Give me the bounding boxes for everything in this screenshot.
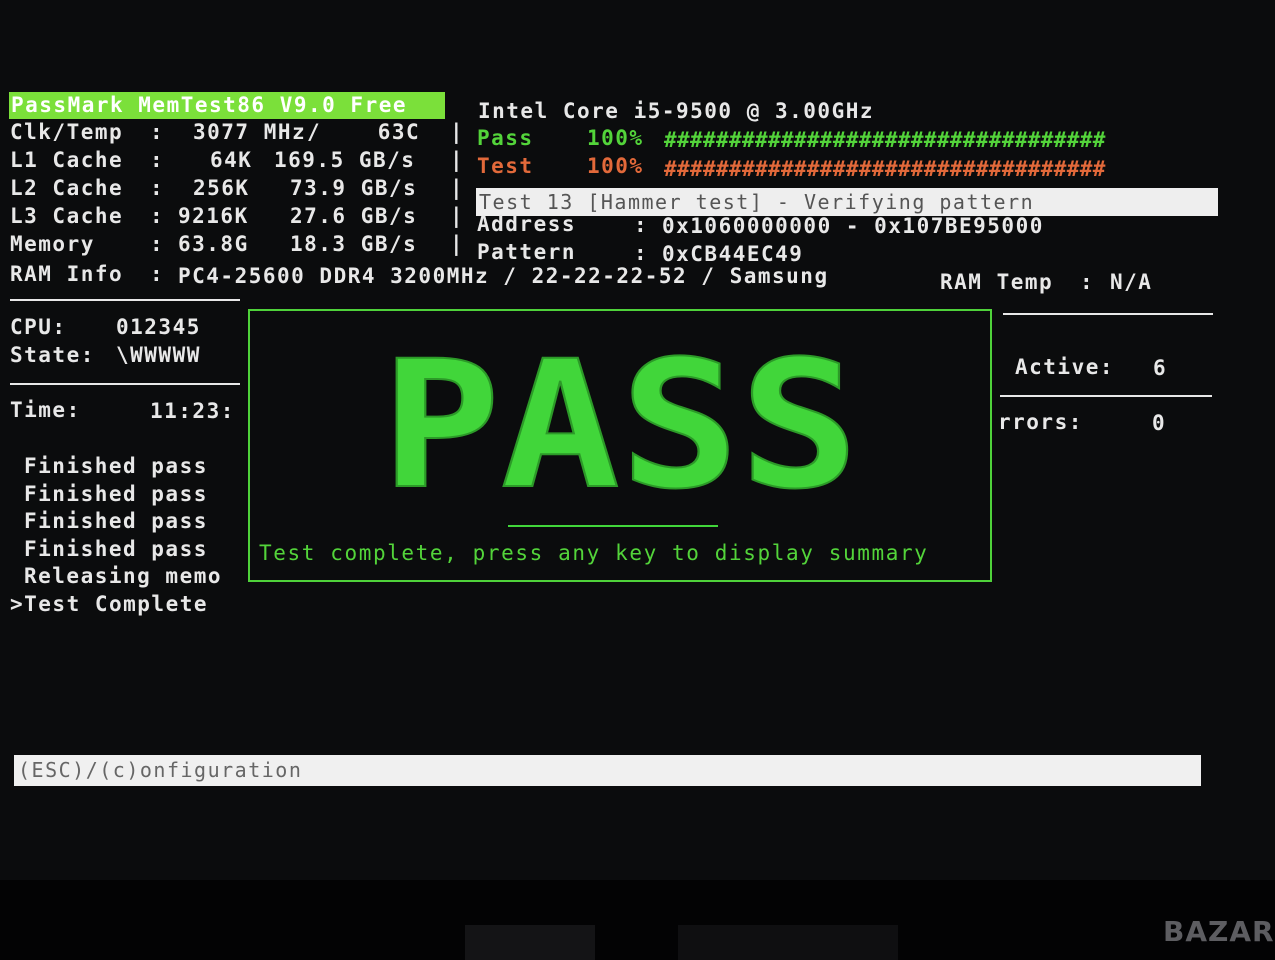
spec-colon: : — [150, 204, 165, 228]
divider: | — [450, 120, 465, 144]
result-dialog: PASS Test complete, press any key to dis… — [248, 309, 992, 582]
spec-memory-speed: 18.3 GB/s — [290, 232, 418, 256]
errors-value: 0 — [1152, 411, 1167, 435]
state-label: State: — [10, 343, 95, 367]
spec-l2-speed: 73.9 GB/s — [290, 176, 418, 200]
log-line: Finished pass — [24, 509, 208, 533]
spec-memory-size: 63.8G — [178, 232, 249, 256]
spec-colon: : — [150, 176, 165, 200]
test-percent: 100% — [587, 154, 644, 178]
separator — [10, 299, 240, 301]
spec-l1-size: 64K — [210, 148, 253, 172]
errors-label: rrors: — [998, 410, 1083, 434]
spec-label-memory: Memory — [10, 232, 95, 256]
spec-colon: : — [150, 120, 165, 144]
log-line: Finished pass — [24, 454, 208, 478]
address-colon: : — [634, 213, 649, 237]
spec-label-l1: L1 Cache — [10, 148, 124, 172]
time-label: Time: — [10, 398, 81, 422]
monitor-bezel — [0, 880, 1275, 960]
ram-temp-value: N/A — [1110, 270, 1153, 294]
pass-label: Pass — [477, 126, 534, 150]
divider: | — [450, 176, 465, 200]
monitor-stand — [678, 925, 898, 960]
pattern-label: Pattern — [477, 240, 577, 264]
log-line: Finished pass — [24, 537, 208, 561]
log-line: Finished pass — [24, 482, 208, 506]
ram-temp-label: RAM Temp — [940, 270, 1054, 294]
cpu-value: 012345 — [116, 315, 201, 339]
separator — [10, 383, 240, 385]
spec-label-clk: Clk/Temp — [10, 120, 124, 144]
separator — [508, 525, 718, 527]
state-value: \WWWWW — [116, 343, 201, 367]
address-value: 0x1060000000 - 0x107BE95000 — [662, 214, 1044, 238]
separator — [1003, 313, 1213, 315]
pattern-value: 0xCB44EC49 — [662, 242, 804, 266]
ram-info-label: RAM Info — [10, 262, 124, 286]
pass-percent: 100% — [587, 126, 644, 150]
spec-label-l2: L2 Cache — [10, 176, 124, 200]
cpu-model: Intel Core i5-9500 @ 3.00GHz — [478, 99, 875, 123]
memtest-screen: PassMark MemTest86 V9.0 Free Intel Core … — [0, 0, 1275, 880]
spec-l3-size: 9216K — [178, 204, 249, 228]
spec-l2-size: 256K — [193, 176, 250, 200]
address-label: Address — [477, 212, 577, 236]
spec-l1-speed: 169.5 GB/s — [274, 148, 416, 172]
spec-colon: : — [150, 262, 165, 286]
divider: | — [450, 204, 465, 228]
log-line: Releasing memo — [24, 564, 223, 588]
pass-progress-bar: ################################## — [664, 128, 1106, 152]
pattern-colon: : — [634, 241, 649, 265]
result-message: Test complete, press any key to display … — [259, 541, 929, 565]
spec-l3-speed: 27.6 GB/s — [290, 204, 418, 228]
time-value: 11:23: — [150, 399, 235, 423]
divider: | — [450, 232, 465, 256]
spec-clk-mhz: 3077 MHz — [193, 120, 307, 144]
divider: | — [450, 148, 465, 172]
ram-temp-colon: : — [1080, 270, 1095, 294]
app-title: PassMark MemTest86 V9.0 Free — [9, 92, 445, 119]
spec-clk-temp: / 63C — [307, 120, 421, 144]
test-progress-bar: ################################## — [664, 157, 1106, 181]
active-value: 6 — [1153, 356, 1168, 380]
log-line-current: >Test Complete — [10, 592, 209, 616]
test-label: Test — [477, 154, 534, 178]
pass-banner-text: PASS — [381, 323, 859, 528]
spec-label-l3: L3 Cache — [10, 204, 124, 228]
cpu-label: CPU: — [10, 315, 67, 339]
monitor-stand — [465, 925, 595, 960]
active-label: Active: — [1015, 355, 1115, 379]
config-hint-bar[interactable]: (ESC)/(c)onfiguration — [14, 755, 1201, 786]
spec-colon: : — [150, 232, 165, 256]
separator — [1000, 395, 1212, 397]
watermark-logo: BAZAR — [1163, 915, 1275, 948]
spec-colon: : — [150, 148, 165, 172]
